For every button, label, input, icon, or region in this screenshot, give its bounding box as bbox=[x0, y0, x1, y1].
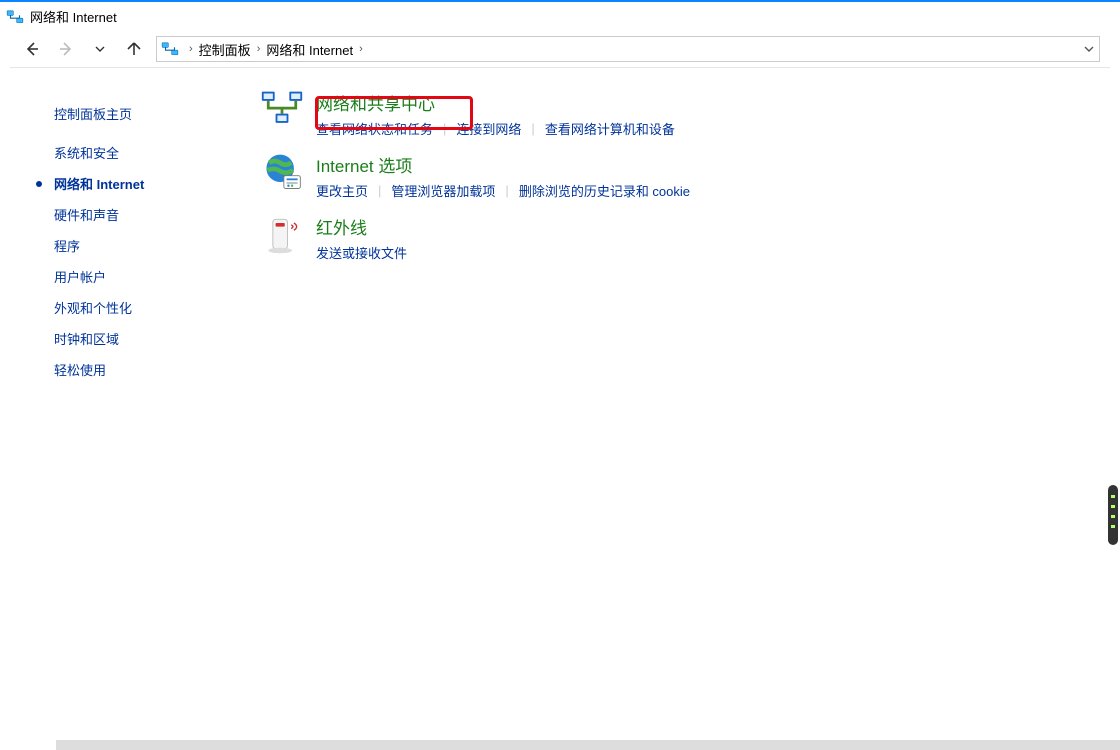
sidebar-item-label: 外观和个性化 bbox=[54, 298, 132, 317]
sidebar-item-control-panel-home[interactable]: 控制面板主页 bbox=[30, 98, 240, 129]
sidebar-item-label: 网络和 Internet bbox=[54, 174, 144, 193]
sidebar-item-label: 时钟和区域 bbox=[54, 329, 119, 348]
sidebar-item-appearance[interactable]: 外观和个性化 bbox=[30, 292, 240, 323]
category-internet-options: Internet 选项 更改主页 | 管理浏览器加载项 | 删除浏览的历史记录和… bbox=[260, 150, 1100, 200]
address-dropdown-button[interactable] bbox=[1079, 37, 1099, 61]
sidebar-item-label: 用户帐户 bbox=[54, 267, 106, 286]
breadcrumb-network-internet[interactable]: 网络和 Internet bbox=[266, 40, 353, 59]
sidebar-item-label: 控制面板主页 bbox=[54, 104, 132, 123]
recent-locations-button[interactable] bbox=[88, 37, 112, 61]
breadcrumb-separator-icon[interactable]: › bbox=[251, 43, 267, 55]
link-view-network-status[interactable]: 查看网络状态和任务 bbox=[316, 119, 433, 138]
address-bar[interactable]: › 控制面板 › 网络和 Internet › bbox=[156, 36, 1100, 62]
sidebar-item-label: 系统和安全 bbox=[54, 143, 119, 162]
window-title: 网络和 Internet bbox=[30, 7, 117, 26]
internet-options-icon bbox=[260, 150, 304, 194]
content-area: 控制面板主页 系统和安全 网络和 Internet 硬件和声音 程序 用户帐户 … bbox=[10, 67, 1110, 730]
sidebar-item-clock-region[interactable]: 时钟和区域 bbox=[30, 323, 240, 354]
link-send-receive-files[interactable]: 发送或接收文件 bbox=[316, 243, 407, 262]
bottom-shadow bbox=[56, 740, 1120, 750]
back-button[interactable] bbox=[20, 37, 44, 61]
sidebar-item-network-internet[interactable]: 网络和 Internet bbox=[30, 168, 240, 199]
title-bar: 网络和 Internet bbox=[0, 2, 1120, 31]
sidebar-item-ease-of-access[interactable]: 轻松使用 bbox=[30, 354, 240, 385]
category-title-internet-options[interactable]: Internet 选项 bbox=[316, 152, 412, 177]
link-view-computers-devices[interactable]: 查看网络计算机和设备 bbox=[545, 119, 675, 138]
sidebar-item-system-security[interactable]: 系统和安全 bbox=[30, 137, 240, 168]
network-sharing-icon bbox=[260, 88, 304, 132]
sidebar-item-label: 轻松使用 bbox=[54, 360, 106, 379]
forward-button[interactable] bbox=[54, 37, 78, 61]
breadcrumb-separator-icon[interactable]: › bbox=[183, 43, 199, 55]
category-title-infrared[interactable]: 红外线 bbox=[316, 214, 367, 239]
sidebar-item-hardware-sound[interactable]: 硬件和声音 bbox=[30, 199, 240, 230]
sidebar-item-label: 硬件和声音 bbox=[54, 205, 119, 224]
link-manage-addons[interactable]: 管理浏览器加载项 bbox=[391, 181, 495, 200]
main-panel: 网络和共享中心 查看网络状态和任务 | 连接到网络 | 查看网络计算机和设备 bbox=[240, 68, 1110, 730]
sidebar-item-label: 程序 bbox=[54, 236, 80, 255]
category-title-network-sharing[interactable]: 网络和共享中心 bbox=[316, 90, 435, 115]
up-button[interactable] bbox=[122, 37, 146, 61]
network-icon bbox=[159, 38, 181, 60]
category-infrared: 红外线 发送或接收文件 bbox=[260, 212, 1100, 262]
category-network-sharing: 网络和共享中心 查看网络状态和任务 | 连接到网络 | 查看网络计算机和设备 bbox=[260, 88, 1100, 138]
infrared-icon bbox=[260, 212, 304, 256]
right-edge-indicator bbox=[1108, 485, 1118, 545]
sidebar-item-programs[interactable]: 程序 bbox=[30, 230, 240, 261]
sidebar: 控制面板主页 系统和安全 网络和 Internet 硬件和声音 程序 用户帐户 … bbox=[10, 68, 240, 730]
sidebar-item-user-accounts[interactable]: 用户帐户 bbox=[30, 261, 240, 292]
navigation-bar: › 控制面板 › 网络和 Internet › bbox=[0, 31, 1120, 67]
link-change-homepage[interactable]: 更改主页 bbox=[316, 181, 368, 200]
network-icon bbox=[6, 8, 24, 26]
link-delete-history-cookies[interactable]: 删除浏览的历史记录和 cookie bbox=[519, 181, 690, 200]
link-connect-network[interactable]: 连接到网络 bbox=[456, 119, 521, 138]
breadcrumb-separator-icon[interactable]: › bbox=[353, 43, 369, 55]
breadcrumb-control-panel[interactable]: 控制面板 bbox=[199, 40, 251, 59]
